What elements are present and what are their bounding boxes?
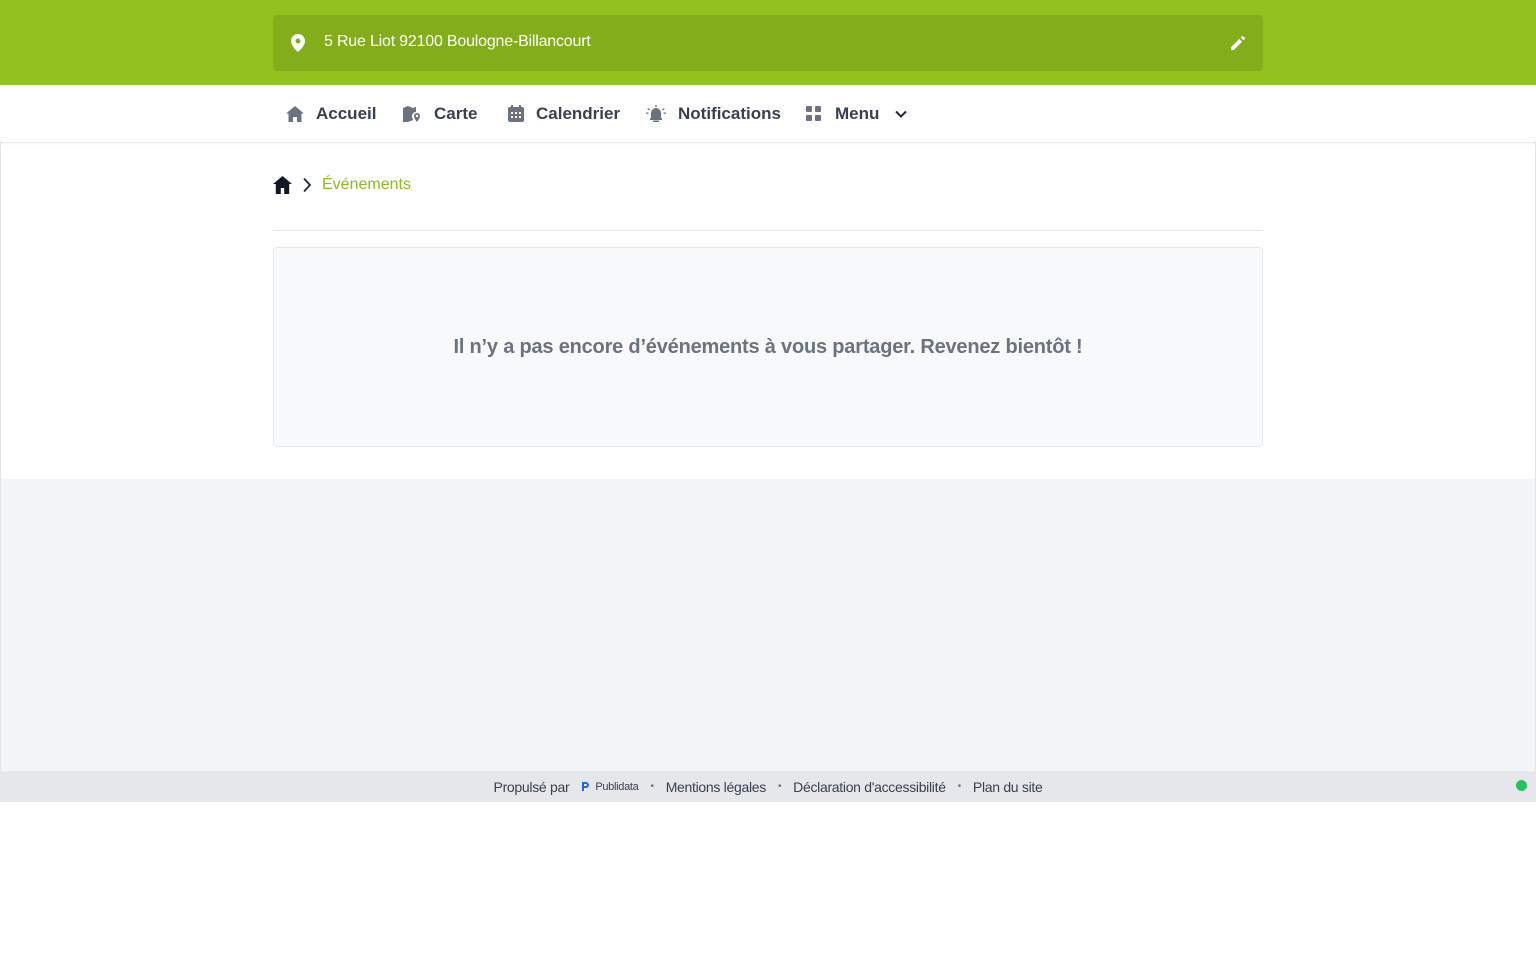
publidata-logo-icon xyxy=(582,782,590,791)
grid-icon xyxy=(806,106,821,121)
footer-link-mentions-legales[interactable]: Mentions légales xyxy=(666,779,767,795)
nav-label: Menu xyxy=(835,103,880,123)
empty-state-message: Il n’y a pas encore d’événements à vous … xyxy=(453,335,1083,358)
brand-label: Publidata xyxy=(595,780,639,793)
alarm-icon xyxy=(646,105,666,122)
pencil-icon[interactable] xyxy=(1229,34,1247,52)
breadcrumb-current: Événements xyxy=(322,176,411,193)
location-pin-icon xyxy=(291,34,305,52)
calendar-icon xyxy=(508,105,524,122)
nav-label: Accueil xyxy=(316,103,377,123)
footer-separator: • xyxy=(777,781,782,792)
address-text: 5 Rue Liot 92100 Boulogne-Billancourt xyxy=(324,33,591,50)
footer-separator: • xyxy=(957,781,962,792)
chevron-right-icon xyxy=(303,177,312,193)
footer: Propulsé par Publidata • Mentions légale… xyxy=(0,771,1536,802)
status-indicator xyxy=(1516,780,1527,791)
publidata-brand-link[interactable]: Publidata xyxy=(581,780,639,793)
map-icon xyxy=(403,105,420,122)
nav-item-menu[interactable]: Menu xyxy=(806,85,908,142)
divider xyxy=(273,230,1263,231)
nav-item-notifications[interactable]: Notifications xyxy=(646,85,781,142)
breadcrumb: Événements xyxy=(273,174,411,196)
main-navigation: Accueil Carte Calendrier Notifications M… xyxy=(0,85,1536,143)
chevron-down-icon xyxy=(895,110,908,118)
powered-by-text: Propulsé par xyxy=(493,778,570,795)
nav-item-calendrier[interactable]: Calendrier xyxy=(508,85,620,142)
nav-label: Notifications xyxy=(678,103,781,123)
address-selector[interactable]: 5 Rue Liot 92100 Boulogne-Billancourt xyxy=(273,15,1263,71)
page-background-area xyxy=(1,479,1535,771)
footer-link-plan-du-site[interactable]: Plan du site xyxy=(973,779,1043,795)
nav-label: Carte xyxy=(434,103,478,123)
footer-separator: • xyxy=(650,781,654,792)
footer-link-accessibilite[interactable]: Déclaration d'accessibilité xyxy=(793,779,946,795)
top-bar: 5 Rue Liot 92100 Boulogne-Billancourt xyxy=(0,0,1536,85)
nav-label: Calendrier xyxy=(536,103,621,123)
empty-state-card: Il n’y a pas encore d’événements à vous … xyxy=(273,247,1263,447)
home-icon[interactable] xyxy=(273,176,292,194)
nav-item-accueil[interactable]: Accueil xyxy=(286,85,376,142)
nav-item-carte[interactable]: Carte xyxy=(403,85,477,142)
home-icon xyxy=(286,105,304,122)
